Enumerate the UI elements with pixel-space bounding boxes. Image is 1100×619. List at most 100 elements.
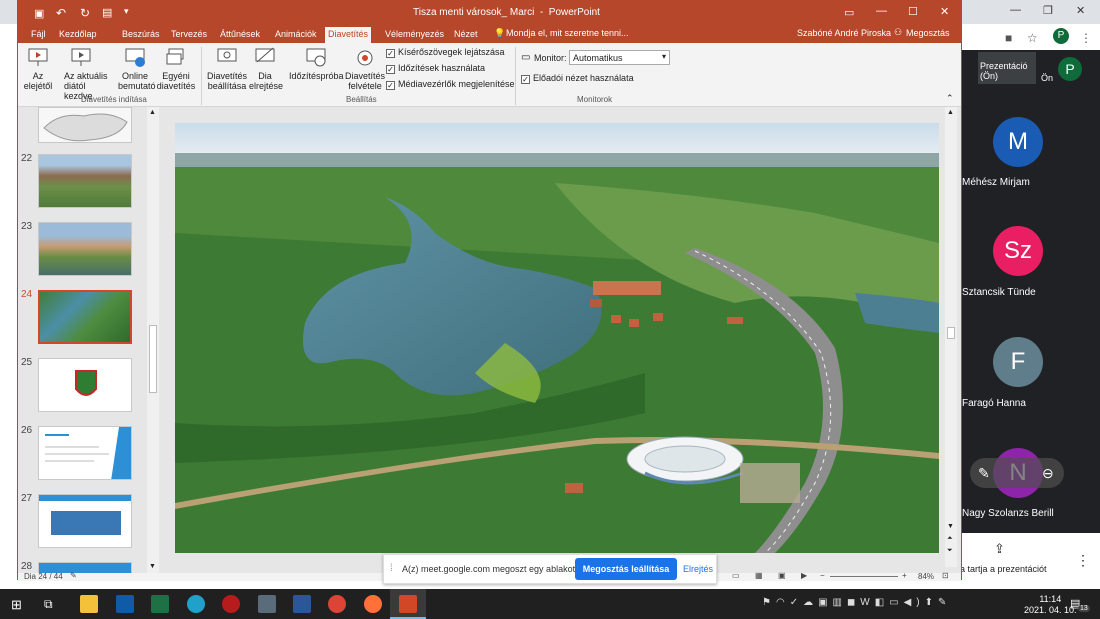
lightbulb-icon: 💡 xyxy=(494,28,506,38)
fit-slide-icon[interactable]: ⊡ xyxy=(942,571,949,580)
editor-scrollbar[interactable]: ▲ ▼ ⏶ ⏷ xyxy=(945,107,957,567)
windows-taskbar: ⊞ ⧉ ⚑◠✓☁▣▥◼W◧▭◀)⬆✎ ▤ 13 xyxy=(0,589,1100,619)
slide-thumbnail[interactable] xyxy=(38,154,132,208)
profile-avatar[interactable]: P xyxy=(1053,28,1069,44)
windows-start-icon[interactable]: ⊞ xyxy=(11,597,22,613)
use-timings-checkbox[interactable]: ✓ Időzítések használata xyxy=(386,63,485,74)
tab-slideshow[interactable]: Diavetítés xyxy=(325,27,372,43)
ribbon-display-icon[interactable]: ▭ xyxy=(844,6,854,19)
slide-number: 24 xyxy=(21,289,33,300)
monitor-select[interactable]: Automatikus ▾ xyxy=(569,50,670,65)
thumbnail-scrollbar[interactable]: ▲ ▼ xyxy=(147,107,159,573)
collapse-ribbon-icon[interactable]: ⌃ xyxy=(946,93,954,104)
hide-button[interactable]: Elrejtés xyxy=(683,564,713,574)
tell-me-box[interactable]: Mondja el, mit szeretne tenni... xyxy=(506,28,629,38)
zoom-slider[interactable] xyxy=(830,576,898,577)
zoom-out-icon[interactable]: − xyxy=(820,571,825,580)
close-icon[interactable]: ✕ xyxy=(1076,4,1085,17)
presentation-tile[interactable]: Prezentáció (Ön) xyxy=(978,52,1036,84)
spellcheck-icon[interactable]: ✎ xyxy=(70,571,77,580)
play-narrations-checkbox[interactable]: ✓ Kísérőszövegek lejátszása xyxy=(386,47,505,58)
share-icon[interactable]: ⚇ xyxy=(894,27,902,38)
user-name[interactable]: Szabóné André Piroska xyxy=(797,28,891,38)
minimize-icon[interactable]: — xyxy=(876,5,887,17)
slideshow-view-icon[interactable]: ▶ xyxy=(801,571,807,580)
slide-thumbnail[interactable] xyxy=(38,426,132,480)
zoom-level[interactable]: 84% xyxy=(918,572,934,581)
outlook-icon[interactable] xyxy=(116,595,134,613)
task-view-icon[interactable]: ⧉ xyxy=(44,597,53,612)
scroll-down-icon[interactable]: ▼ xyxy=(947,523,954,530)
zoom-in-icon[interactable]: + xyxy=(902,571,907,580)
clock[interactable]: 11:14 2021. 04. 10. xyxy=(1024,594,1077,616)
presenter-view-checkbox[interactable]: ✓ Előadói nézet használata xyxy=(521,73,634,84)
minimize-icon[interactable]: — xyxy=(1010,4,1021,16)
use-timings-label: Időzítések használata xyxy=(398,63,486,73)
normal-view-icon[interactable]: ▭ xyxy=(732,571,740,580)
show-media-checkbox[interactable]: ✓ Médiavezérlők megjelenítése xyxy=(386,79,515,90)
tab-view[interactable]: Nézet xyxy=(451,27,481,43)
tab-animations[interactable]: Animációk xyxy=(272,27,320,43)
setup-slideshow-button[interactable]: Diavetítés beállítása xyxy=(206,46,248,91)
scroll-up-icon[interactable]: ▲ xyxy=(947,109,954,116)
more-options-icon[interactable]: ⋮ xyxy=(1076,552,1090,569)
slide-thumbnail-selected[interactable] xyxy=(38,290,132,344)
word-icon[interactable] xyxy=(293,595,311,613)
slide-thumbnail[interactable] xyxy=(38,358,132,412)
online-present-button[interactable]: Online bemutató xyxy=(115,46,156,91)
from-current-button[interactable]: Az aktuális diától kezdve xyxy=(56,46,108,101)
slide-thumbnail[interactable] xyxy=(38,222,132,276)
present-from-start-icon[interactable]: ▤ xyxy=(102,6,112,19)
menu-icon[interactable]: ⋮ xyxy=(1080,31,1092,45)
tab-insert[interactable]: Beszúrás xyxy=(119,27,163,43)
powerpoint-window: ▣ ↶ ↻ ▤ ▾ Tisza menti városok_ Marci - P… xyxy=(17,0,962,581)
record-slideshow-button[interactable]: Diavetítés felvétele xyxy=(344,46,386,91)
camera-icon[interactable]: ■ xyxy=(1005,31,1012,45)
reading-view-icon[interactable]: ▣ xyxy=(778,571,786,580)
scroll-up-icon[interactable]: ▲ xyxy=(149,109,156,116)
tile-controls[interactable]: ✎ ⊖ xyxy=(970,458,1064,488)
stop-sharing-button[interactable]: Megosztás leállítása xyxy=(575,558,677,580)
undo-icon[interactable]: ↶ xyxy=(56,6,66,20)
chrome-icon[interactable] xyxy=(328,595,346,613)
drag-handle-icon[interactable]: ⁞ xyxy=(390,563,393,574)
scroll-thumb[interactable] xyxy=(149,325,157,393)
scroll-down-icon[interactable]: ▼ xyxy=(149,563,156,570)
tab-review[interactable]: Véleményezés xyxy=(382,27,447,43)
share-button[interactable]: Megosztás xyxy=(906,28,950,38)
customize-qat-icon[interactable]: ▾ xyxy=(124,6,129,17)
firefox-icon[interactable] xyxy=(364,595,382,613)
close-icon[interactable]: ✕ xyxy=(940,5,949,18)
excel-icon[interactable] xyxy=(151,595,169,613)
system-tray-icons[interactable]: ⚑◠✓☁▣▥◼W◧▭◀)⬆✎ xyxy=(762,597,951,608)
edge-icon[interactable] xyxy=(187,595,205,613)
slide-thumbnail-map[interactable] xyxy=(38,107,132,143)
custom-slideshow-button[interactable]: Egyéni diavetítés xyxy=(156,46,196,91)
restore-icon[interactable]: ❐ xyxy=(1043,4,1053,17)
tab-design[interactable]: Tervezés xyxy=(168,27,210,43)
hide-slide-icon xyxy=(255,47,275,63)
current-slide[interactable] xyxy=(175,123,939,553)
present-icon[interactable]: ⇪ xyxy=(994,541,1005,557)
pin-icon[interactable]: ✎ xyxy=(978,458,990,488)
save-icon[interactable]: ▣ xyxy=(34,7,44,20)
prev-slide-icon[interactable]: ⏶ xyxy=(947,535,953,543)
star-icon[interactable]: ☆ xyxy=(1027,31,1038,45)
sorter-view-icon[interactable]: ▦ xyxy=(755,571,763,580)
from-start-button[interactable]: Az elejétől xyxy=(21,46,55,91)
maximize-icon[interactable]: ☐ xyxy=(908,5,918,18)
redo-icon[interactable]: ↻ xyxy=(80,6,90,20)
tab-file[interactable]: Fájl xyxy=(28,27,49,43)
powerpoint-task-active[interactable] xyxy=(390,589,426,619)
hide-slide-button[interactable]: Dia elrejtése xyxy=(249,46,283,91)
scroll-thumb[interactable] xyxy=(947,327,955,339)
calculator-icon[interactable] xyxy=(258,595,276,613)
next-slide-icon[interactable]: ⏷ xyxy=(947,547,953,555)
app-icon[interactable] xyxy=(222,595,240,613)
tab-transitions[interactable]: Áttűnések xyxy=(217,27,263,43)
file-explorer-icon[interactable] xyxy=(80,595,98,613)
slide-thumbnail[interactable] xyxy=(38,494,132,548)
remove-icon[interactable]: ⊖ xyxy=(1042,458,1054,488)
tab-home[interactable]: Kezdőlap xyxy=(56,27,100,43)
rehearse-button[interactable]: Időzítéspróba xyxy=(289,46,344,81)
